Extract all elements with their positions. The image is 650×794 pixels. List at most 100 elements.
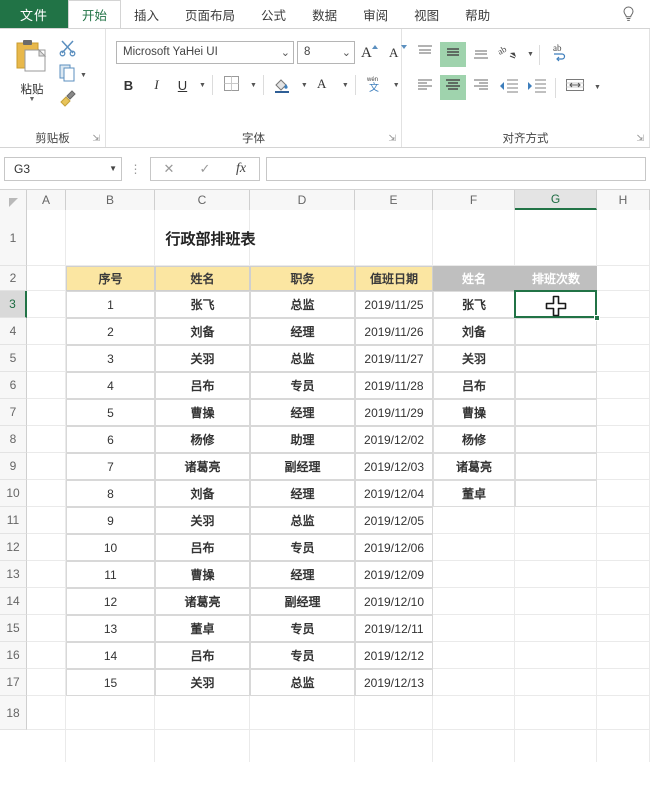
right-table-cell-4-count[interactable] <box>515 399 597 426</box>
font-name-chevron-down-icon[interactable]: ⌄ <box>277 46 290 59</box>
fill-handle[interactable] <box>594 315 600 321</box>
left-table-cell-4-name[interactable]: 曹操 <box>155 399 250 426</box>
row-header-4[interactable]: 4 <box>0 318 27 345</box>
left-table-cell-1-name[interactable]: 刘备 <box>155 318 250 345</box>
row-header-2[interactable]: 2 <box>0 266 27 291</box>
align-bottom-button[interactable] <box>468 42 494 67</box>
left-table-cell-11-name[interactable]: 诸葛亮 <box>155 588 250 615</box>
left-table-cell-4-role[interactable]: 经理 <box>250 399 355 426</box>
column-header-H[interactable]: H <box>597 190 650 210</box>
right-table-cell-5-name[interactable]: 杨修 <box>433 426 515 453</box>
grow-font-button[interactable]: A <box>358 40 383 64</box>
left-table-cell-13-name[interactable]: 吕布 <box>155 642 250 669</box>
font-size-chevron-down-icon[interactable]: ⌄ <box>338 46 351 59</box>
column-header-B[interactable]: B <box>66 190 155 210</box>
left-table-cell-14-date[interactable]: 2019/12/13 <box>355 669 433 696</box>
row-header-13[interactable]: 13 <box>0 561 27 588</box>
left-table-cell-9-name[interactable]: 吕布 <box>155 534 250 561</box>
left-table-cell-1-no[interactable]: 2 <box>66 318 155 345</box>
underline-button[interactable]: U <box>172 73 193 97</box>
italic-button[interactable]: I <box>144 73 169 97</box>
ribbon-tab-3[interactable]: 公式 <box>248 0 299 28</box>
left-table-cell-0-role[interactable]: 总监 <box>250 291 355 318</box>
left-table-cell-9-date[interactable]: 2019/12/06 <box>355 534 433 561</box>
increase-indent-button[interactable] <box>524 75 550 100</box>
right-table-cell-7-name[interactable]: 董卓 <box>433 480 515 507</box>
row-header-18[interactable]: 18 <box>0 696 27 730</box>
left-table-cell-4-date[interactable]: 2019/11/29 <box>355 399 433 426</box>
left-table-cell-11-date[interactable]: 2019/12/10 <box>355 588 433 615</box>
row-header-11[interactable]: 11 <box>0 507 27 534</box>
left-table-cell-13-no[interactable]: 14 <box>66 642 155 669</box>
left-table-cell-6-date[interactable]: 2019/12/03 <box>355 453 433 480</box>
left-table-cell-5-role[interactable]: 助理 <box>250 426 355 453</box>
orientation-button[interactable]: ab <box>496 42 522 67</box>
left-table-cell-8-date[interactable]: 2019/12/05 <box>355 507 433 534</box>
left-table-cell-12-date[interactable]: 2019/12/11 <box>355 615 433 642</box>
left-table-cell-3-date[interactable]: 2019/11/28 <box>355 372 433 399</box>
font-dialog-launcher[interactable]: ⇲ <box>388 133 396 144</box>
right-table-cell-0-name[interactable]: 张飞 <box>433 291 515 318</box>
align-right-button[interactable] <box>468 75 494 100</box>
left-table-cell-2-date[interactable]: 2019/11/27 <box>355 345 433 372</box>
left-table-cell-12-no[interactable]: 13 <box>66 615 155 642</box>
left-table-cell-3-no[interactable]: 4 <box>66 372 155 399</box>
row-header-1[interactable]: 1 <box>0 210 27 266</box>
font-size-input[interactable]: 8 ⌄ <box>297 40 355 64</box>
left-table-cell-9-role[interactable]: 专员 <box>250 534 355 561</box>
right-table-cell-2-count[interactable] <box>515 345 597 372</box>
font-color-button[interactable]: A <box>311 73 336 97</box>
font-color-dropdown-caret-icon[interactable]: ▼ <box>342 82 349 89</box>
left-table-cell-11-no[interactable]: 12 <box>66 588 155 615</box>
font-name-input[interactable]: Microsoft YaHei UI ⌄ <box>116 40 294 64</box>
phonetic-guide-button[interactable]: wén 文 <box>362 73 387 97</box>
row-header-6[interactable]: 6 <box>0 372 27 399</box>
column-header-C[interactable]: C <box>155 190 250 210</box>
cancel-icon[interactable]: ✕ <box>151 158 187 180</box>
right-table-cell-4-name[interactable]: 曹操 <box>433 399 515 426</box>
left-table-cell-1-role[interactable]: 经理 <box>250 318 355 345</box>
left-table-header-1[interactable]: 姓名 <box>155 266 250 291</box>
format-painter-button[interactable] <box>58 89 87 111</box>
ribbon-tab-1[interactable]: 插入 <box>121 0 172 28</box>
right-table-cell-6-name[interactable]: 诸葛亮 <box>433 453 515 480</box>
left-table-cell-9-no[interactable]: 10 <box>66 534 155 561</box>
left-table-header-0[interactable]: 序号 <box>66 266 155 291</box>
borders-button[interactable] <box>219 73 244 97</box>
row-header-10[interactable]: 10 <box>0 480 27 507</box>
left-table-cell-7-role[interactable]: 经理 <box>250 480 355 507</box>
right-table-cell-3-name[interactable]: 吕布 <box>433 372 515 399</box>
right-table-cell-6-count[interactable] <box>515 453 597 480</box>
left-table-cell-0-name[interactable]: 张飞 <box>155 291 250 318</box>
row-header-5[interactable]: 5 <box>0 345 27 372</box>
formula-input[interactable] <box>266 156 646 181</box>
left-table-cell-6-no[interactable]: 7 <box>66 453 155 480</box>
right-table-header-1[interactable]: 排班次数 <box>515 266 597 291</box>
right-table-cell-1-name[interactable]: 刘备 <box>433 318 515 345</box>
left-table-cell-6-name[interactable]: 诸葛亮 <box>155 453 250 480</box>
align-center-button[interactable] <box>440 75 466 100</box>
ribbon-tab-0[interactable]: 开始 <box>68 0 122 28</box>
align-left-button[interactable] <box>412 75 438 100</box>
row-header-12[interactable]: 12 <box>0 534 27 561</box>
wrap-text-button[interactable]: ab <box>545 42 577 67</box>
left-table-cell-10-no[interactable]: 11 <box>66 561 155 588</box>
orientation-dropdown-caret-icon[interactable]: ▼ <box>527 51 534 58</box>
tell-me-lightbulb-icon[interactable] <box>606 0 650 28</box>
file-tab[interactable]: 文件 <box>0 0 68 28</box>
merge-dropdown-caret-icon[interactable]: ▼ <box>594 84 601 91</box>
merge-cells-button[interactable] <box>561 75 589 100</box>
ribbon-tab-2[interactable]: 页面布局 <box>172 0 248 28</box>
fill-color-button[interactable] <box>270 73 295 97</box>
left-table-cell-3-name[interactable]: 吕布 <box>155 372 250 399</box>
bold-button[interactable]: B <box>116 73 141 97</box>
left-table-cell-5-date[interactable]: 2019/12/02 <box>355 426 433 453</box>
left-table-header-2[interactable]: 职务 <box>250 266 355 291</box>
paste-button[interactable]: 粘贴 ▼ <box>6 35 58 103</box>
left-table-cell-4-no[interactable]: 5 <box>66 399 155 426</box>
left-table-cell-7-name[interactable]: 刘备 <box>155 480 250 507</box>
row-header-9[interactable]: 9 <box>0 453 27 480</box>
row-header-8[interactable]: 8 <box>0 426 27 453</box>
left-table-cell-14-role[interactable]: 总监 <box>250 669 355 696</box>
align-top-button[interactable] <box>412 42 438 67</box>
